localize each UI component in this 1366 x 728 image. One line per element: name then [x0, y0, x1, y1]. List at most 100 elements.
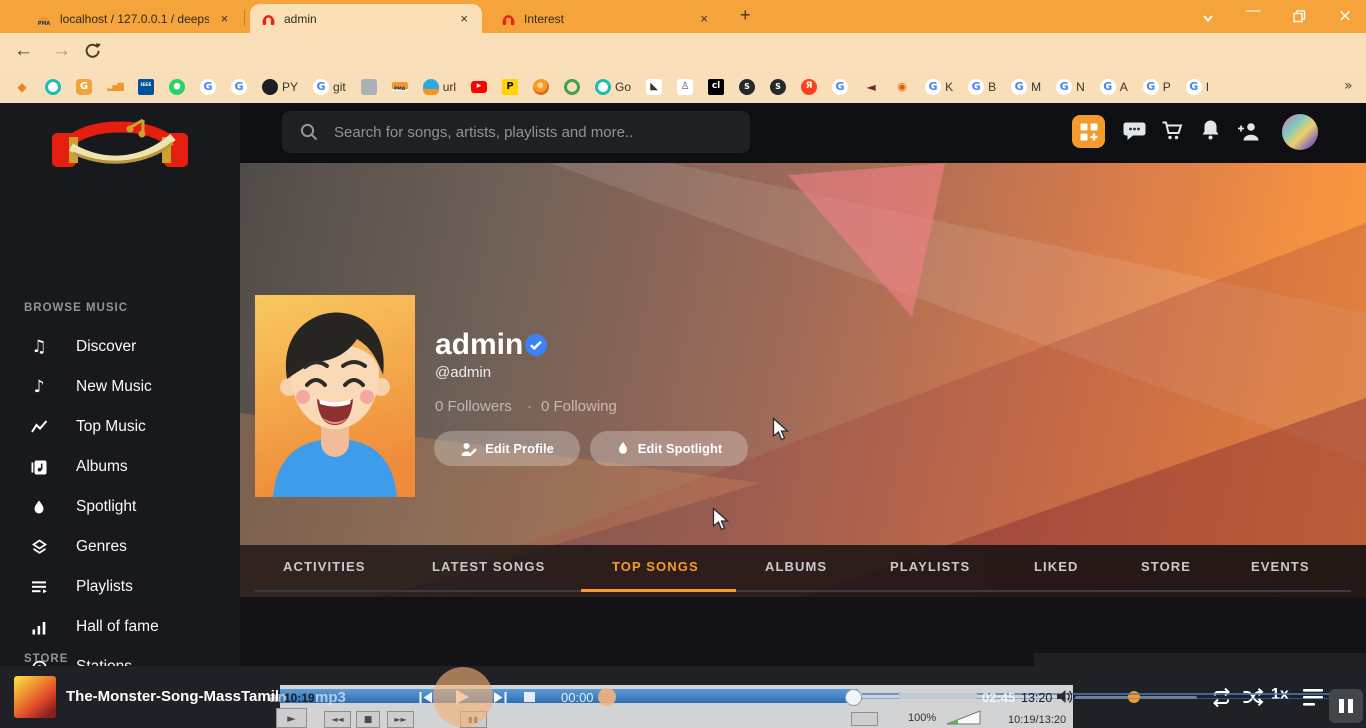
reload-icon[interactable] [84, 42, 102, 65]
tab-playlists[interactable]: PLAYLISTS [890, 559, 970, 574]
bookmark-item[interactable]: P [502, 79, 518, 95]
bookmark-item[interactable]: G [76, 79, 92, 95]
bookmark-item[interactable]: ◉ [894, 79, 910, 95]
bookmark-item[interactable]: GI [1186, 79, 1209, 95]
bookmark-item[interactable]: S [739, 79, 755, 95]
app-logo[interactable] [35, 105, 205, 176]
sidebar-item-albums[interactable]: Albums [0, 447, 240, 487]
followers-count[interactable]: 0 Followers [435, 398, 512, 415]
tab-albums[interactable]: ALBUMS [765, 559, 827, 574]
overlay-forward-button[interactable]: ►► [387, 711, 414, 728]
next-track-icon[interactable] [493, 691, 507, 709]
overlay-play-button[interactable]: ► [276, 708, 307, 728]
bookmark-item[interactable]: ◣ [646, 79, 662, 95]
stop-icon[interactable] [524, 692, 535, 702]
following-count[interactable]: 0 Following [541, 398, 617, 415]
repeat-icon[interactable] [1210, 686, 1233, 714]
cart-icon[interactable] [1160, 119, 1184, 148]
search-input[interactable] [332, 123, 736, 142]
window-restore-button[interactable] [1286, 6, 1312, 27]
tab-search-chevron-icon[interactable] [1195, 6, 1221, 28]
bookmark-item[interactable]: S [770, 79, 786, 95]
bookmark-item[interactable]: G [231, 79, 247, 95]
native-seek-knob[interactable] [845, 689, 862, 706]
tab-top-songs[interactable]: TOP SONGS [612, 559, 699, 574]
edit-spotlight-button[interactable]: Edit Spotlight [590, 431, 748, 466]
window-close-button[interactable]: × [1332, 6, 1358, 26]
bookmark-item[interactable]: G [832, 79, 848, 95]
back-icon[interactable]: ← [14, 40, 33, 62]
sidebar-item-genres[interactable]: Genres [0, 527, 240, 567]
tab-latest-songs[interactable]: LATEST SONGS [432, 559, 545, 574]
previous-track-icon[interactable] [419, 691, 433, 709]
bookmark-item[interactable]: GN [1056, 79, 1085, 95]
forward-icon[interactable]: → [52, 40, 71, 62]
bookmark-label: url [443, 80, 456, 94]
browser-tab-admin[interactable]: admin × [250, 4, 482, 33]
browser-tab-deepsound[interactable]: PMA localhost / 127.0.0.1 / deepsound × [26, 4, 242, 33]
song-artwork[interactable] [14, 676, 56, 718]
sidebar-item-discover[interactable]: ♫ Discover [0, 327, 240, 367]
user-avatar[interactable] [1282, 114, 1318, 150]
messages-icon[interactable] [1122, 120, 1147, 148]
bookmark-item[interactable]: url [423, 79, 456, 95]
bookmark-item[interactable]: Go [595, 79, 631, 95]
sidebar-item-hall-of-fame[interactable]: Hall of fame [0, 607, 240, 647]
bookmark-item[interactable]: GA [1100, 79, 1128, 95]
sidebar-section-store: STORE [24, 653, 68, 665]
bookmark-item[interactable] [564, 79, 580, 95]
upload-button[interactable] [1072, 115, 1105, 148]
bookmark-item[interactable]: GB [968, 79, 996, 95]
bookmark-item[interactable] [361, 79, 377, 95]
new-tab-button[interactable]: + [740, 5, 751, 26]
bookmark-item[interactable]: PMA [392, 82, 408, 91]
overlay-rewind-button[interactable]: ◄◄ [324, 711, 351, 728]
bookmark-item[interactable] [533, 79, 549, 95]
edit-profile-button[interactable]: Edit Profile [434, 431, 580, 466]
bookmark-item[interactable]: cl [708, 79, 724, 95]
browser-tab-interest[interactable]: Interest × [490, 4, 722, 33]
bookmarks-overflow-chevron[interactable]: » [1344, 78, 1353, 94]
sidebar-item-new-music[interactable]: ♪ New Music [0, 367, 240, 407]
seek-knob-secondary[interactable] [598, 688, 616, 706]
bookmark-item[interactable]: Ggit [313, 79, 346, 95]
bookmark-item[interactable]: Я [801, 79, 817, 95]
sidebar-item-top-music[interactable]: Top Music [0, 407, 240, 447]
tab-close-icon[interactable]: × [217, 11, 232, 26]
search-box[interactable] [282, 111, 750, 153]
queue-icon[interactable] [1302, 687, 1328, 713]
bookmark-item[interactable]: GP [1143, 79, 1171, 95]
profile-avatar[interactable] [255, 295, 415, 502]
bookmark-favicon-plane: ◄ [863, 79, 879, 95]
window-minimize-button[interactable]: — [1240, 2, 1266, 19]
tab-liked[interactable]: LIKED [1034, 559, 1079, 574]
bookmark-item[interactable]: IEEE [138, 79, 154, 95]
bookmark-item[interactable]: ◄ [863, 79, 879, 95]
tab-events[interactable]: EVENTS [1251, 559, 1310, 574]
sidebar-item-spotlight[interactable]: Spotlight [0, 487, 240, 527]
add-user-icon[interactable] [1236, 120, 1262, 147]
shuffle-icon[interactable] [1241, 686, 1264, 714]
overlay-option-box[interactable] [851, 712, 878, 726]
bookmark-item[interactable]: ♙ [677, 79, 693, 95]
overlay-volume-wedge[interactable] [946, 710, 982, 728]
pause-button[interactable] [1329, 689, 1363, 723]
playback-rate[interactable]: 1x [1271, 686, 1289, 704]
bookmark-item[interactable]: ◆ [14, 79, 30, 95]
bookmark-item[interactable]: ▂▅▇ [107, 79, 123, 95]
speaker-icon[interactable] [1057, 689, 1072, 709]
bookmark-item[interactable] [45, 79, 61, 95]
bookmark-item[interactable]: GK [925, 79, 953, 95]
bookmark-item[interactable]: ▸ [471, 81, 487, 93]
tab-activities[interactable]: ACTIVITIES [283, 559, 366, 574]
bookmark-item[interactable]: GM [1011, 79, 1041, 95]
tab-close-icon[interactable]: × [456, 11, 472, 26]
bookmark-item[interactable]: G [200, 79, 216, 95]
bookmark-item[interactable] [169, 79, 185, 95]
bookmark-item[interactable]: PY [262, 79, 298, 95]
sidebar-item-playlists[interactable]: Playlists [0, 567, 240, 607]
overlay-stop-button[interactable]: ■ [356, 711, 380, 728]
tab-close-icon[interactable]: × [696, 11, 712, 26]
notifications-bell-icon[interactable] [1199, 118, 1222, 147]
tab-store[interactable]: STORE [1141, 559, 1191, 574]
